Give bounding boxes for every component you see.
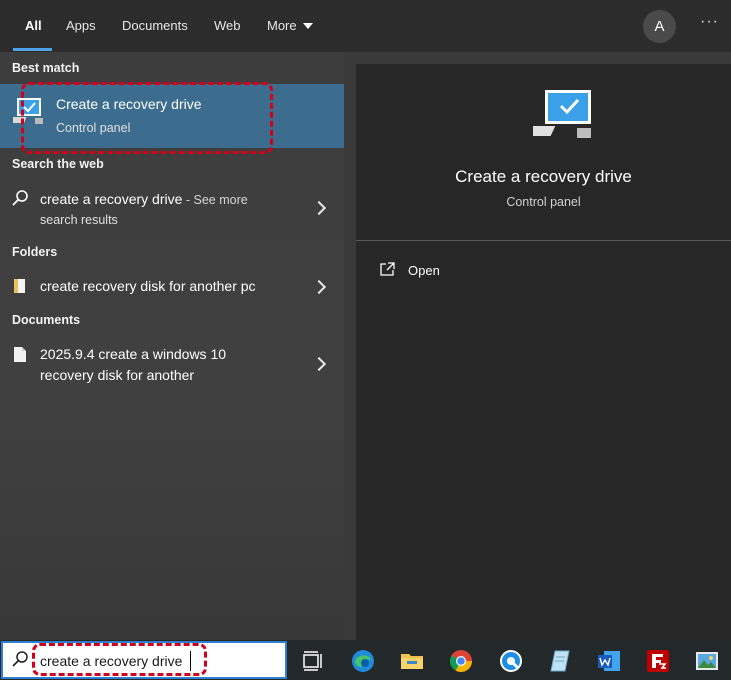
active-tab-indicator — [13, 48, 52, 51]
search-icon — [12, 651, 28, 667]
notepad-icon[interactable] — [547, 648, 573, 674]
preview-pane — [356, 64, 731, 640]
preview-title: Create a recovery drive — [455, 167, 632, 186]
document-result-line2: recovery disk for another — [40, 367, 195, 383]
tab-apps[interactable]: Apps — [66, 0, 96, 52]
highlight-annotation-best-match — [21, 82, 273, 154]
task-view-icon[interactable] — [301, 648, 327, 674]
tab-more[interactable]: More — [267, 0, 313, 52]
search-scope-tabs: All Apps Documents Web More A ··· — [0, 0, 731, 52]
folder-icon — [14, 279, 25, 293]
tab-documents[interactable]: Documents — [122, 0, 188, 52]
chrome-icon[interactable] — [448, 648, 474, 674]
document-result-line1: 2025.9.4 create a windows 10 — [40, 346, 227, 362]
account-avatar[interactable]: A — [643, 10, 676, 43]
tab-web[interactable]: Web — [214, 0, 241, 52]
open-icon — [380, 262, 395, 276]
preview-divider — [356, 240, 731, 241]
highlight-annotation-search — [32, 643, 207, 676]
search-web-heading: Search the web — [12, 157, 104, 171]
best-match-heading: Best match — [12, 61, 80, 75]
folders-heading: Folders — [12, 245, 58, 259]
web-result-suffix: - See more — [182, 193, 248, 207]
tab-all[interactable]: All — [25, 0, 42, 52]
filezilla-icon[interactable] — [645, 648, 671, 674]
preview-subtitle: Control panel — [506, 195, 581, 209]
web-result-query: create a recovery drive — [40, 191, 183, 207]
tab-more-label: More — [267, 18, 297, 33]
chevron-down-icon — [302, 22, 313, 29]
open-action-label: Open — [408, 263, 440, 278]
edge-icon[interactable] — [350, 648, 376, 674]
recovery-drive-large-icon — [533, 90, 591, 138]
web-result-line1: create a recovery drive - See more — [40, 191, 248, 207]
file-explorer-icon[interactable] — [399, 648, 425, 674]
document-icon — [14, 347, 26, 362]
documents-heading: Documents — [12, 313, 81, 327]
qq-browser-icon[interactable] — [498, 648, 524, 674]
web-result-line2: search results — [40, 213, 118, 227]
photos-icon[interactable] — [694, 648, 720, 674]
word-icon[interactable] — [596, 648, 622, 674]
more-options-button[interactable]: ··· — [700, 13, 719, 31]
folder-result-label: create recovery disk for another pc — [40, 278, 256, 294]
search-icon — [12, 190, 28, 206]
